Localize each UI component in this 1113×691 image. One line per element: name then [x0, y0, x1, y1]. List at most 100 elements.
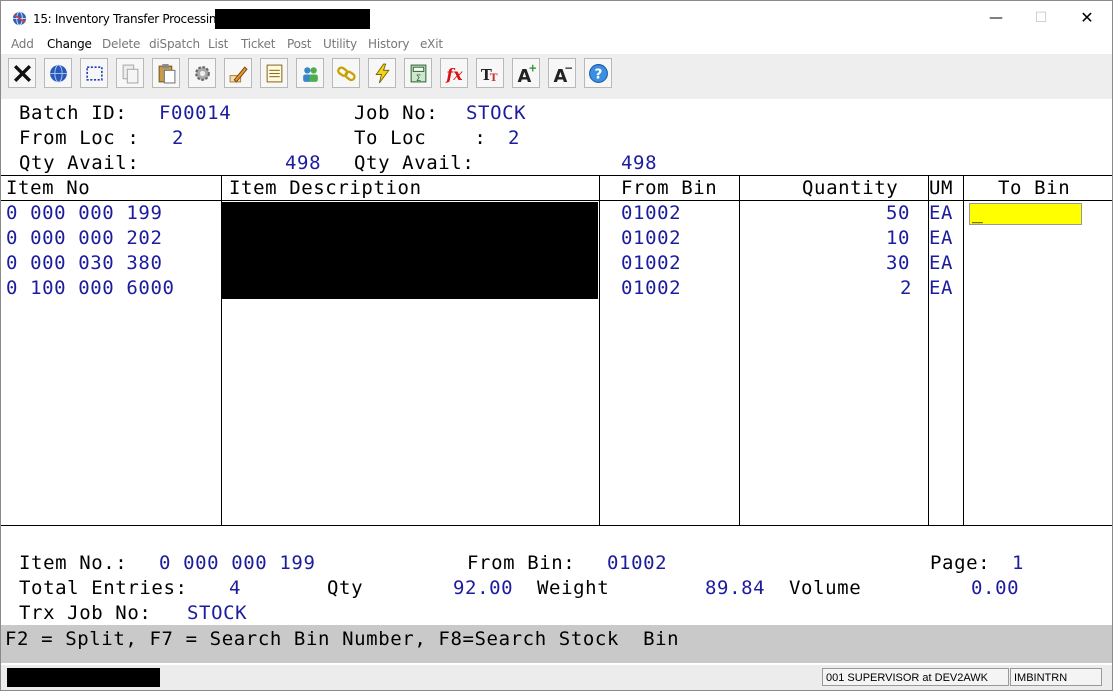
col-header-quantity: Quantity — [802, 177, 899, 199]
row-um: EA — [929, 252, 954, 274]
svg-text:Σ: Σ — [416, 73, 421, 83]
edit-pencil-icon[interactable] — [224, 58, 252, 88]
svg-text:+: + — [528, 63, 537, 74]
to-qty-avail-label: Qty Avail: — [354, 152, 475, 174]
from-qty-avail-value: 498 — [285, 152, 322, 174]
paste-icon[interactable] — [152, 58, 180, 88]
page-label: Page: — [930, 552, 991, 574]
menu-exit[interactable]: eXit — [420, 37, 443, 51]
window-title: 15: Inventory Transfer Processing - — [33, 12, 232, 26]
footer-from-bin-value: 01002 — [607, 552, 668, 574]
menu-post[interactable]: Post — [287, 37, 312, 51]
to-bin-input[interactable]: _ — [969, 203, 1082, 225]
row-quantity[interactable]: 30 — [886, 251, 910, 275]
row-quantity[interactable]: 2 — [900, 276, 912, 300]
weight-label: Weight — [537, 577, 610, 599]
close-x-icon[interactable] — [8, 58, 36, 88]
col-header-item-no: Item No — [6, 177, 91, 199]
svg-text:?: ? — [595, 67, 603, 83]
svg-text:T: T — [490, 72, 498, 84]
row-from-bin[interactable]: 01002 — [621, 251, 681, 275]
footer-item-no-value: 0 000 000 199 — [159, 552, 316, 574]
users-icon[interactable] — [296, 58, 324, 88]
decrease-font-icon[interactable]: A − — [548, 58, 576, 88]
notepad-icon[interactable] — [260, 58, 288, 88]
from-qty-avail-label: Qty Avail: — [19, 152, 140, 174]
row-item-no[interactable]: 0 000 000 202 — [6, 226, 163, 250]
font-size-icon[interactable]: TT — [476, 58, 504, 88]
col-divider-2 — [599, 175, 600, 525]
col-header-to-bin: To Bin — [998, 177, 1071, 199]
qty-value: 92.00 — [453, 577, 514, 599]
menu-bar: Add Change Delete diSpatch List Ticket P… — [1, 35, 1112, 54]
job-no-value[interactable]: STOCK — [466, 101, 526, 125]
fx-function-icon[interactable]: fx — [440, 58, 468, 88]
link-chain-icon[interactable] — [332, 58, 360, 88]
menu-dispatch[interactable]: diSpatch — [149, 37, 200, 51]
globe-icon[interactable] — [44, 58, 72, 88]
svg-text:−: − — [564, 63, 573, 74]
row-from-bin[interactable]: 01002 — [621, 276, 681, 300]
volume-label: Volume — [789, 577, 862, 599]
row-item-no[interactable]: 0 000 000 199 — [6, 201, 163, 225]
row-item-no[interactable]: 0 000 030 380 — [6, 251, 163, 275]
transfer-form: Batch ID: F00014 Job No: STOCK From Loc … — [1, 99, 1112, 689]
increase-font-icon[interactable]: A + — [512, 58, 540, 88]
col-header-description: Item Description — [229, 177, 422, 199]
title-redaction — [215, 9, 370, 29]
to-loc-label: To Loc : — [354, 127, 487, 149]
help-icon[interactable]: ? — [584, 58, 612, 88]
menu-delete[interactable]: Delete — [102, 37, 140, 51]
table-bottom-border — [1, 525, 1112, 526]
from-loc-value[interactable]: 2 — [172, 126, 184, 150]
footer-item-no-label: Item No.: — [19, 552, 128, 574]
gear-icon[interactable] — [188, 58, 216, 88]
trx-job-value: STOCK — [187, 602, 248, 624]
footer-from-bin-label: From Bin: — [467, 552, 576, 574]
maximize-button[interactable]: ☐ — [1028, 7, 1054, 29]
total-entries-value: 4 — [229, 577, 242, 599]
application-window: 15: Inventory Transfer Processing - — ☐ … — [0, 0, 1113, 691]
row-from-bin[interactable]: 01002 — [621, 226, 681, 250]
description-redaction — [222, 202, 598, 299]
function-key-bar: F2 = Split, F7 = Search Bin Number, F8=S… — [1, 625, 1112, 663]
title-bar: 15: Inventory Transfer Processing - — ☐ … — [1, 1, 1112, 35]
svg-text:fx: fx — [445, 65, 463, 84]
trx-job-label: Trx Job No: — [19, 602, 152, 624]
weight-value: 89.84 — [705, 577, 766, 599]
menu-utility[interactable]: Utility — [323, 37, 357, 51]
row-item-no[interactable]: 0 100 000 6000 — [6, 276, 175, 300]
row-quantity[interactable]: 50 — [886, 201, 910, 225]
to-qty-avail-value: 498 — [621, 152, 658, 174]
close-button[interactable]: ✕ — [1074, 7, 1100, 29]
qty-label: Qty — [327, 577, 364, 599]
from-loc-label: From Loc : — [19, 127, 140, 149]
minimize-button[interactable]: — — [983, 7, 1009, 29]
col-divider-5 — [963, 175, 964, 525]
calculator-icon[interactable]: Σ — [404, 58, 432, 88]
row-um: EA — [929, 227, 954, 249]
lightning-icon[interactable] — [368, 58, 396, 88]
app-globe-icon — [12, 11, 27, 26]
function-key-hints: F2 = Split, F7 = Search Bin Number, F8=S… — [5, 628, 680, 650]
row-from-bin[interactable]: 01002 — [621, 201, 681, 225]
menu-history[interactable]: History — [368, 37, 409, 51]
job-no-label: Job No: — [354, 102, 439, 124]
page-value: 1 — [1012, 552, 1025, 574]
to-loc-value[interactable]: 2 — [508, 126, 520, 150]
menu-ticket[interactable]: Ticket — [241, 37, 276, 51]
row-quantity[interactable]: 10 — [886, 226, 910, 250]
menu-add[interactable]: Add — [11, 37, 34, 51]
select-rect-icon[interactable] — [80, 58, 108, 88]
col-header-from-bin: From Bin — [621, 177, 718, 199]
menu-list[interactable]: List — [208, 37, 228, 51]
col-header-um: UM — [929, 177, 954, 199]
copy-icon[interactable] — [116, 58, 144, 88]
status-user: 001 SUPERVISOR at DEV2AWK — [822, 668, 1009, 686]
menu-change[interactable]: Change — [47, 37, 92, 51]
total-entries-label: Total Entries: — [19, 577, 188, 599]
col-divider-3 — [739, 175, 740, 525]
batch-id-label: Batch ID: — [19, 102, 128, 124]
batch-id-value[interactable]: F00014 — [159, 101, 231, 125]
status-redaction — [7, 668, 160, 687]
